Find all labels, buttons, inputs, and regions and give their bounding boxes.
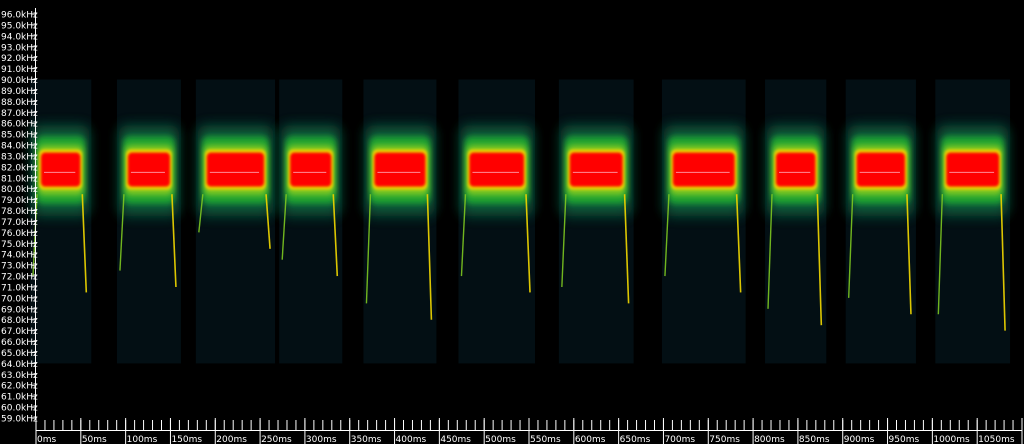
call-2 [116, 79, 181, 364]
x-tick-label: 50ms [82, 435, 107, 444]
call-1 [30, 79, 92, 364]
y-tick-label: 65.0kHz [1, 349, 38, 359]
y-tick-label: 75.0kHz [1, 240, 38, 250]
x-tick-label: 600ms [575, 435, 606, 444]
y-tick-label: 72.0kHz [1, 273, 38, 283]
y-tick-label: 91.0kHz [1, 65, 38, 75]
y-tick-label: 90.0kHz [1, 76, 38, 86]
call-6 [458, 79, 535, 364]
y-tick-label: 74.0kHz [1, 251, 38, 261]
x-tick-label: 700ms [664, 435, 695, 444]
call-core [374, 152, 426, 187]
call-9 [765, 79, 827, 364]
call-4 [279, 79, 343, 364]
call-7 [558, 79, 634, 364]
y-tick-label: 86.0kHz [1, 120, 38, 130]
call-streak [195, 79, 276, 364]
y-tick-label: 88.0kHz [1, 98, 38, 108]
y-tick-label: 61.0kHz [1, 393, 38, 403]
call-core [469, 152, 524, 187]
y-tick-label: 73.0kHz [1, 262, 38, 272]
call-streak [116, 79, 181, 364]
x-tick-label: 250ms [261, 435, 292, 444]
x-tick-label: 850ms [799, 435, 830, 444]
y-tick-label: 66.0kHz [1, 338, 38, 348]
y-tick-label: 77.0kHz [1, 218, 38, 228]
x-tick-label: 900ms [844, 435, 875, 444]
call-8 [661, 79, 746, 364]
y-tick-label: 80.0kHz [1, 185, 38, 195]
calls-layer [30, 79, 1011, 364]
call-streak [458, 79, 535, 364]
y-tick-label: 63.0kHz [1, 371, 38, 381]
x-tick-label: 650ms [620, 435, 651, 444]
y-tick-label: 68.0kHz [1, 316, 38, 326]
y-tick-label: 81.0kHz [1, 174, 38, 184]
call-streak [30, 79, 92, 364]
call-core [672, 152, 735, 187]
x-tick-label: 150ms [171, 435, 202, 444]
call-streak [363, 79, 437, 364]
call-11 [935, 79, 1011, 364]
y-tick-label: 96.0kHz [1, 11, 38, 21]
x-tick-label: 950ms [889, 435, 920, 444]
x-tick-label: 800ms [754, 435, 785, 444]
y-tick-label: 93.0kHz [1, 43, 38, 53]
y-tick-label: 85.0kHz [1, 131, 38, 141]
y-tick-label: 70.0kHz [1, 294, 38, 304]
y-tick-label: 82.0kHz [1, 163, 38, 173]
call-core [856, 152, 905, 187]
y-tick-label: 67.0kHz [1, 327, 38, 337]
call-streak [765, 79, 827, 364]
call-10 [845, 79, 916, 364]
x-tick-label: 500ms [485, 435, 516, 444]
y-tick-label: 60.0kHz [1, 404, 38, 414]
y-tick-label: 83.0kHz [1, 152, 38, 162]
y-tick-label: 69.0kHz [1, 305, 38, 315]
call-core [41, 152, 81, 187]
call-3 [195, 79, 276, 364]
y-tick-label: 95.0kHz [1, 21, 38, 31]
x-tick-label: 1050ms [978, 435, 1015, 444]
y-tick-label: 87.0kHz [1, 109, 38, 119]
x-tick-label: 300ms [306, 435, 337, 444]
x-tick-label: 100ms [127, 435, 158, 444]
call-core [206, 152, 265, 187]
call-core [569, 152, 623, 187]
call-core [290, 152, 332, 187]
x-tick-label: 550ms [530, 435, 561, 444]
y-tick-label: 84.0kHz [1, 142, 38, 152]
y-tick-label: 78.0kHz [1, 207, 38, 217]
x-tick-label: 450ms [440, 435, 471, 444]
y-tick-label: 76.0kHz [1, 229, 38, 239]
call-streak [279, 79, 343, 364]
y-tick-label: 59.0kHz [1, 415, 38, 425]
spectrogram-chart: 96.0kHz95.0kHz94.0kHz93.0kHz92.0kHz91.0k… [0, 0, 1024, 444]
y-tick-label: 94.0kHz [1, 32, 38, 42]
call-core [127, 152, 170, 187]
x-tick-label: 1000ms [933, 435, 970, 444]
x-tick-label: 400ms [396, 435, 427, 444]
y-tick-label: 62.0kHz [1, 382, 38, 392]
call-5 [363, 79, 437, 364]
y-axis: 96.0kHz95.0kHz94.0kHz93.0kHz92.0kHz91.0k… [1, 8, 38, 425]
y-tick-label: 89.0kHz [1, 87, 38, 97]
x-tick-label: 750ms [709, 435, 740, 444]
y-tick-label: 64.0kHz [1, 360, 38, 370]
call-streak [661, 79, 746, 364]
call-core [946, 152, 1000, 187]
call-streak [558, 79, 634, 364]
x-tick-label: 350ms [351, 435, 382, 444]
y-tick-label: 79.0kHz [1, 196, 38, 206]
y-tick-label: 71.0kHz [1, 283, 38, 293]
call-streak [845, 79, 916, 364]
y-tick-label: 92.0kHz [1, 54, 38, 64]
x-tick-label: 0ms [37, 435, 56, 444]
call-core [776, 152, 816, 187]
x-tick-label: 200ms [216, 435, 247, 444]
call-streak [935, 79, 1011, 364]
